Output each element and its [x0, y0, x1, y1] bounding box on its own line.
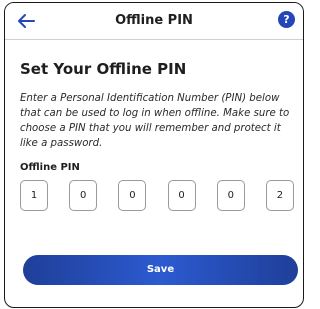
page-title: Offline PIN: [115, 13, 193, 28]
top-bar: Offline PIN ?: [5, 3, 303, 40]
pin-digit-3[interactable]: 0: [118, 180, 147, 211]
back-arrow-icon[interactable]: [15, 10, 37, 32]
pin-description: Enter a Personal Identification Number (…: [20, 93, 290, 149]
help-icon[interactable]: ?: [278, 11, 295, 28]
pin-field-label: Offline PIN: [20, 162, 80, 173]
section-heading: Set Your Offline PIN: [20, 60, 187, 78]
pin-setup-section: Set Your Offline PIN Enter a Personal Id…: [20, 59, 294, 211]
app-frame: Offline PIN ? Set Your Offline PIN Enter…: [4, 2, 304, 308]
pin-digit-5[interactable]: 0: [216, 180, 245, 211]
pin-digit-6[interactable]: 2: [265, 180, 294, 211]
pin-digit-4[interactable]: 0: [167, 180, 196, 211]
save-button[interactable]: Save: [23, 255, 298, 285]
pin-input-group: 1 0 0 0 0 2: [20, 180, 294, 211]
pin-digit-2[interactable]: 0: [69, 180, 98, 211]
pin-digit-1[interactable]: 1: [20, 180, 48, 211]
